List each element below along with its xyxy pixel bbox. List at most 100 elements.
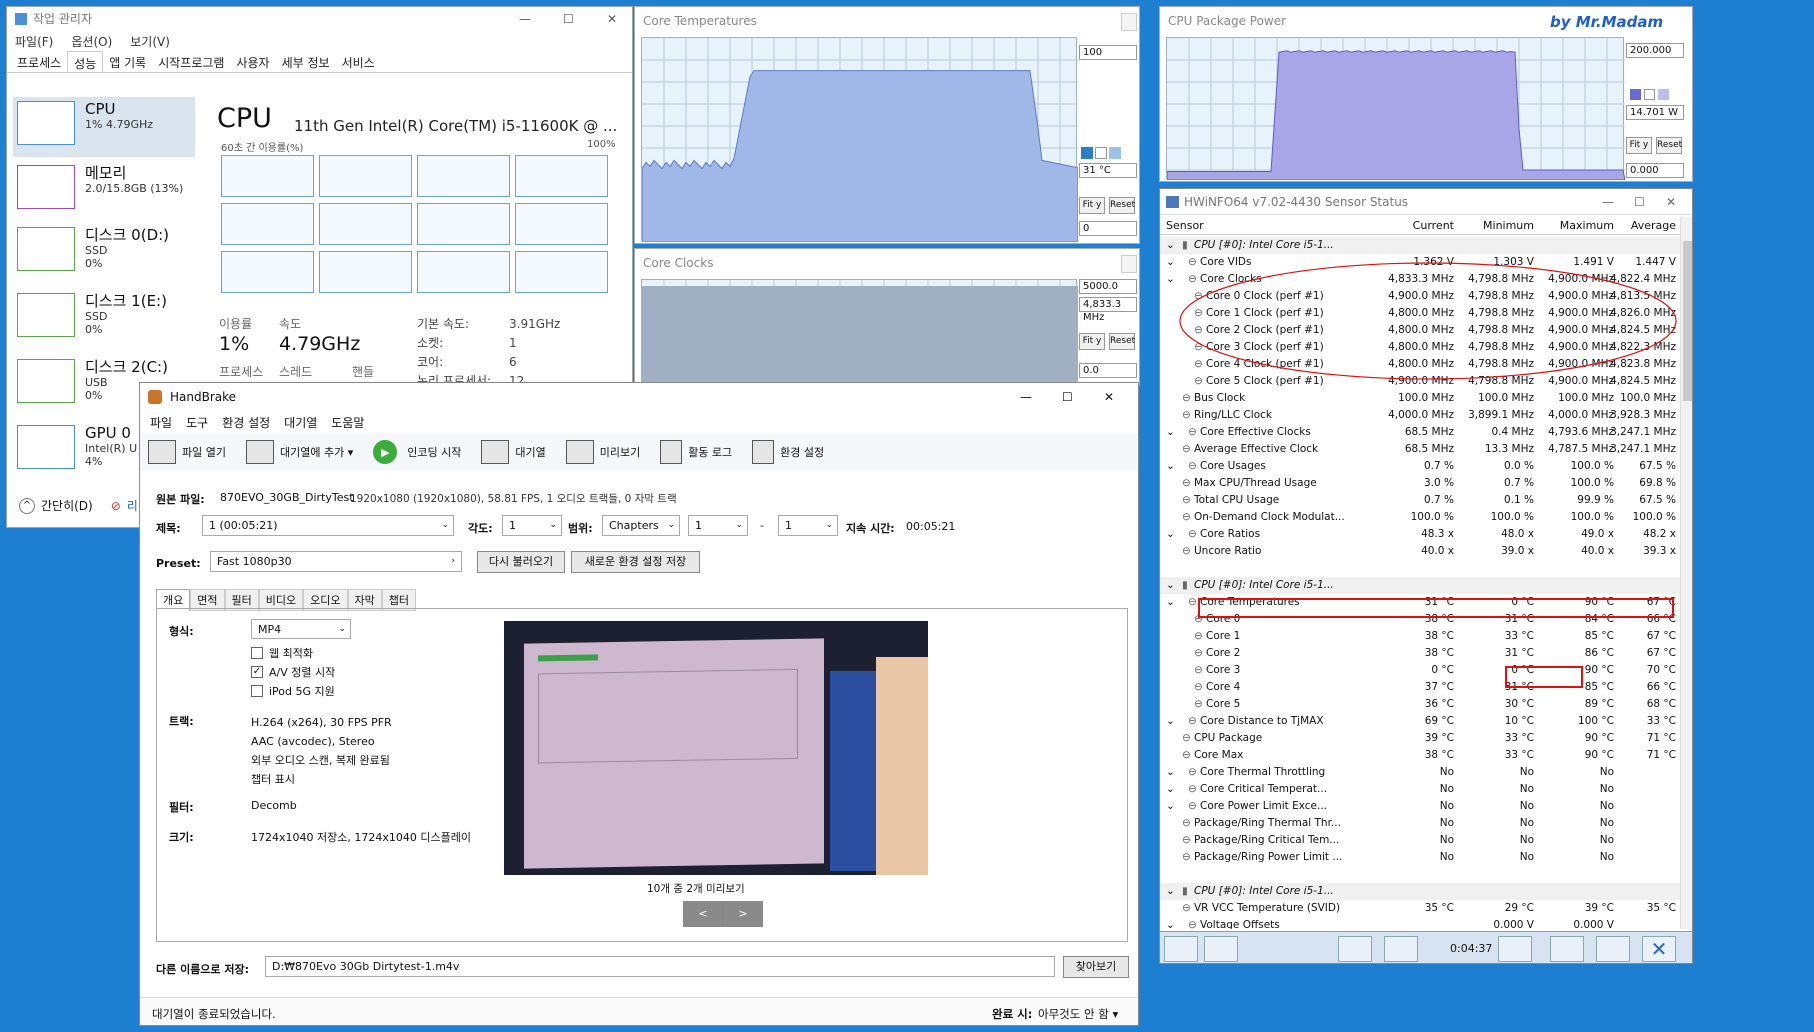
tab-details[interactable]: 세부 정보 [276,51,336,72]
toolbar-label: 인코딩 시작 [407,446,462,459]
ipod-checkbox[interactable]: iPod 5G 지원 [251,683,335,699]
preset-select[interactable]: Fast 1080p30 › [210,551,462,572]
minimize-icon[interactable]: — [1020,383,1032,411]
preferences-button[interactable]: 환경 설정 [752,440,824,464]
menu-file[interactable]: 파일(F) [15,33,53,50]
menu-help[interactable]: 도움말 [331,414,364,431]
arrows-left-right-icon[interactable] [1164,936,1198,962]
tab-app-history[interactable]: 앱 기록 [103,51,152,72]
tab-performance[interactable]: 성능 [67,51,104,72]
maximize-icon[interactable]: ☐ [1062,383,1073,411]
report-icon[interactable] [1550,936,1584,962]
fit-y-button[interactable]: Fit y [1079,197,1105,214]
sidebar-item-sub: SSD [85,310,108,323]
log-icon [660,440,683,464]
close-icon[interactable]: ✕ [607,7,617,31]
scale-min[interactable]: 0.000 [1626,163,1684,178]
tab-services[interactable]: 서비스 [336,51,381,72]
start-encode-button[interactable]: ▶ 인코딩 시작 [373,440,461,464]
hwinfo-bottom-toolbar: 0:04:37 ✕ [1160,931,1692,963]
sidebar-item-disk1[interactable]: 디스크 1(E:) SSD 0% [13,289,195,349]
sidebar-item-memory[interactable]: 메모리 2.0/15.8GB (13%) [13,161,195,221]
close-icon[interactable] [1121,255,1137,273]
open-source-button[interactable]: 파일 열기 [148,440,226,464]
close-x-icon[interactable]: ✕ [1642,936,1676,962]
reload-button[interactable]: 다시 불러오기 [477,551,565,573]
task-manager-tabs: 프로세스 성능 앱 기록 시작프로그램 사용자 세부 정보 서비스 [7,51,632,73]
resource-monitor-link[interactable]: 리 [127,497,138,514]
close-icon[interactable] [1121,13,1137,31]
reset-button[interactable]: Reset [1109,197,1135,214]
reset-button[interactable]: Reset [1109,333,1135,350]
power-series-area [1166,50,1626,181]
color-swatch[interactable] [1109,147,1121,159]
color-swatch[interactable] [1658,89,1669,100]
power-graph-svg [1166,38,1626,181]
clock-icon[interactable] [1498,936,1532,962]
cpu-spec-list: 기본 속도: 3.91GHz 소켓: 1 코어: 6 논리 프로세서: 12 [417,315,560,391]
stat-usage-label: 이용률 [219,317,253,331]
preview-next-button[interactable]: > [723,901,763,927]
color-swatch[interactable] [1630,89,1641,100]
when-done-select[interactable]: 아무것도 안 함 ▾ [1038,1006,1118,1022]
fit-y-button[interactable]: Fit y [1626,137,1652,154]
cpu-core-graph [221,203,314,245]
tab-processes[interactable]: 프로세스 [11,51,67,72]
range-start-select[interactable]: 1 ⌄ [688,515,748,536]
scale-max[interactable]: 5000.0 [1079,279,1137,294]
add-to-queue-button[interactable]: 대기열에 추가 ▾ [245,440,353,464]
sidebar-item-sub: Intel(R) U [85,442,138,455]
format-select[interactable]: MP4 ⌄ [251,619,351,639]
menu-view[interactable]: 보기(V) [130,33,170,50]
sidebar-item-sub2: 0% [85,257,103,270]
menu-options[interactable]: 옵션(O) [71,33,112,50]
sidebar-item-cpu[interactable]: CPU 1% 4.79GHz [13,97,195,157]
reset-button[interactable]: Reset [1656,137,1682,154]
scale-max[interactable]: 200.000 [1626,43,1684,58]
web-optimize-checkbox[interactable]: 웹 최적화 [251,645,313,661]
settings-gear-icon[interactable] [1596,936,1630,962]
arrows-collapse-icon[interactable] [1204,936,1238,962]
handbrake-title: HandBrake [170,390,237,404]
tab-startup[interactable]: 시작프로그램 [152,51,230,72]
save-preset-button[interactable]: 새로운 환경 설정 저장 [571,551,700,573]
color-swatch[interactable] [1095,147,1107,159]
scale-min[interactable]: 0 [1079,221,1137,236]
save-as-input[interactable]: D:₩870Evo 30Gb Dirtytest-1.m4v [265,956,1055,977]
scale-min[interactable]: 0.0 [1079,363,1137,378]
angle-select[interactable]: 1 ⌄ [502,515,562,536]
clocks-series-area [642,286,1078,384]
menu-file[interactable]: 파일 [150,414,172,431]
menu-preferences[interactable]: 환경 설정 [222,414,270,431]
close-icon[interactable]: ✕ [1104,383,1114,411]
range-end-select[interactable]: 1 ⌄ [778,515,838,536]
network-icon[interactable] [1384,936,1418,962]
range-type-select[interactable]: Chapters ⌄ [602,515,680,536]
cpu-thumbnail [17,101,75,145]
maximize-icon[interactable]: ☐ [563,7,574,31]
browse-button[interactable]: 찾아보기 [1063,956,1129,978]
tab-users[interactable]: 사용자 [230,51,275,72]
menu-tools[interactable]: 도구 [186,414,208,431]
tracks-label: 트랙: [169,715,194,728]
minimize-icon[interactable]: — [519,7,531,31]
sidebar-item-label: 디스크 0(D:) [85,226,170,244]
monitor-icon[interactable] [1338,936,1372,962]
queue-button[interactable]: 대기열 [481,440,546,464]
sidebar-item-disk0[interactable]: 디스크 0(D:) SSD 0% [13,223,195,283]
chevron-down-icon: ⌄ [549,520,557,530]
elapsed-time: 0:04:37 [1450,942,1493,955]
color-swatch[interactable] [1081,147,1093,159]
title-select[interactable]: 1 (00:05:21) ⌄ [202,515,454,536]
gpu-thumbnail [17,425,75,469]
color-swatch[interactable] [1644,89,1655,100]
preview-prev-button[interactable]: < [683,901,723,927]
av-align-checkbox[interactable]: ✓ A/V 정렬 시작 [251,664,335,680]
scale-max[interactable]: 100 [1079,45,1137,60]
activity-log-button[interactable]: 활동 로그 [660,440,732,464]
menu-queue[interactable]: 대기열 [284,414,317,431]
fewer-details-link[interactable]: ^ 간단히(D) ⊘ 리 [19,497,138,514]
preview-button[interactable]: 미리보기 [565,440,640,464]
fit-y-button[interactable]: Fit y [1079,333,1105,350]
toolbar-label: 파일 열기 [182,446,226,459]
